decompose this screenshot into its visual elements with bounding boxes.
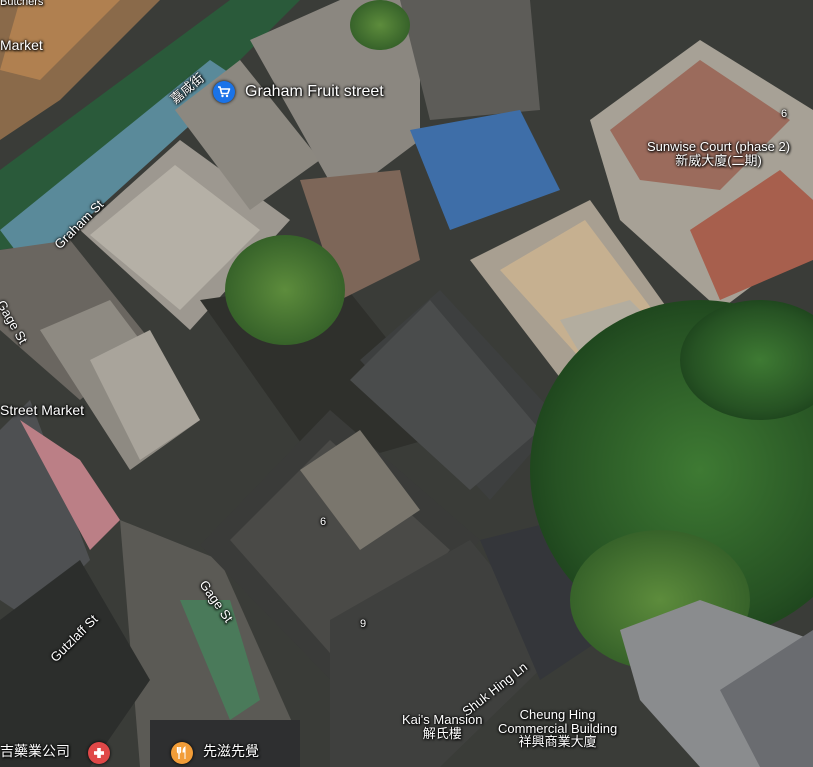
poi-label-cheung-hing[interactable]: Cheung Hing Commercial Building 祥興商業大廈 (498, 708, 617, 749)
cheung-hing-en-1: Cheung Hing (519, 707, 596, 722)
poi-label-pharmacy[interactable]: 吉藥業公司 (0, 744, 70, 759)
building-number-6-mid: 6 (320, 516, 327, 528)
satellite-imagery (0, 0, 813, 767)
poi-label-graham-fruit-street[interactable]: Graham Fruit street (245, 83, 384, 101)
medical-icon[interactable] (88, 742, 110, 764)
kais-mansion-zh: 解氏樓 (422, 725, 462, 741)
cheung-hing-zh: 祥興商業大廈 (518, 734, 597, 750)
fork-knife-icon[interactable] (171, 742, 193, 764)
shopping-cart-icon[interactable] (213, 81, 235, 103)
poi-label-market[interactable]: Market (0, 38, 43, 53)
poi-label-kais-mansion[interactable]: Kai's Mansion 解氏樓 (402, 713, 483, 740)
sunwise-court-en: Sunwise Court (phase 2) (647, 139, 791, 154)
satellite-map[interactable]: Graham Fruit street Butchers Market 嘉咸街 … (0, 0, 813, 767)
building-number-9: 9 (360, 618, 367, 630)
poi-label-butchers[interactable]: Butchers (0, 0, 43, 9)
kais-mansion-en: Kai's Mansion (402, 712, 483, 727)
poi-label-street-market[interactable]: Street Market (0, 403, 84, 418)
poi-label-sunwise-court[interactable]: Sunwise Court (phase 2) 新威大廈(二期) (647, 140, 790, 167)
building-number-6-top: 6 (781, 108, 788, 120)
poi-label-restaurant[interactable]: 先滋先覺 (203, 744, 259, 759)
sunwise-court-zh: 新威大廈(二期) (675, 152, 762, 168)
